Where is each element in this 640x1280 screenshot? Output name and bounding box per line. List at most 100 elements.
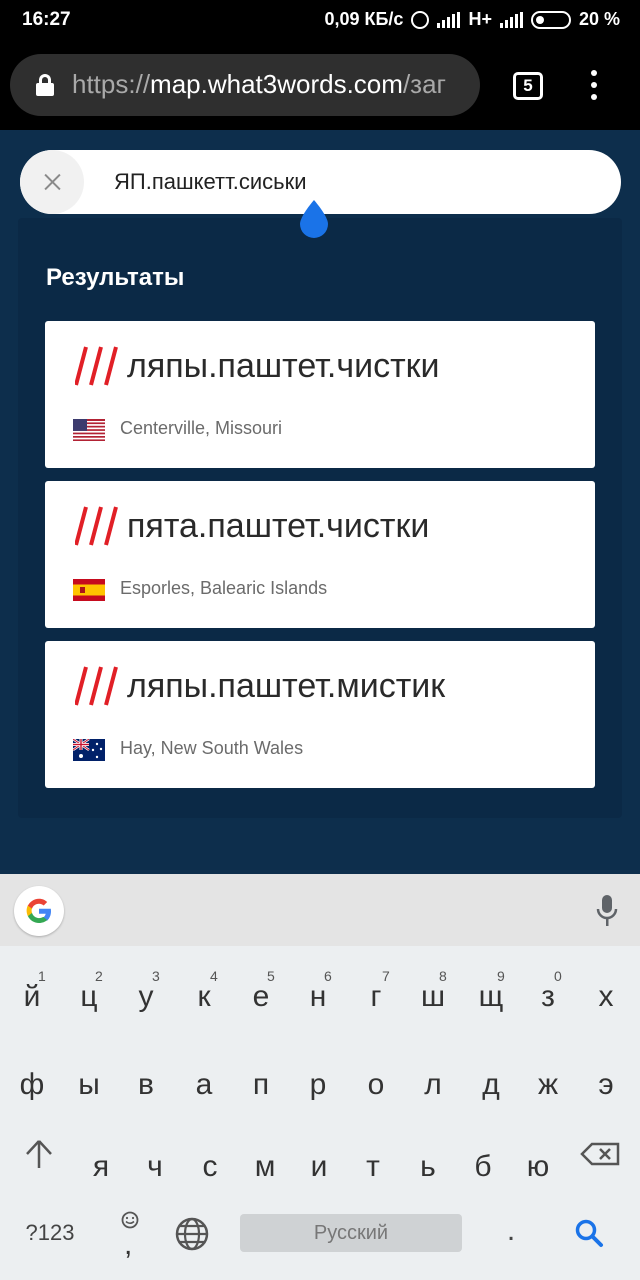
key-label: ю [526,1150,550,1183]
w3w-slashes-icon [75,346,118,386]
key-label: щ [478,980,504,1013]
key[interactable]: э [578,1050,634,1120]
key[interactable]: ж [520,1050,576,1120]
key[interactable]: к4 [176,962,232,1032]
key[interactable]: н6 [290,962,346,1032]
keyboard-suggestion-bar [0,874,640,946]
key-label: ж [537,1068,559,1101]
key[interactable]: щ9 [463,962,519,1032]
results-title: Результаты [46,264,185,291]
key[interactable]: ш8 [405,962,461,1032]
key[interactable]: р [290,1050,346,1120]
search-input[interactable]: ЯП.пашкетт.сиськи [114,169,306,195]
key-label: с [202,1150,218,1183]
address-bar[interactable]: https://map.what3words.com/заг [10,54,480,116]
battery-level: 20 % [578,9,620,29]
key[interactable]: г7 [348,962,404,1032]
key[interactable]: ю [510,1132,566,1202]
shift-key-icon[interactable] [24,1138,54,1170]
result-words: пята.паштет.чистки [127,507,430,545]
key-label: п [252,1068,270,1101]
key[interactable]: в [118,1050,174,1120]
key[interactable]: я [73,1132,129,1202]
space-key[interactable]: Русский [240,1214,462,1252]
key[interactable]: з0 [520,962,576,1032]
key[interactable]: е5 [233,962,289,1032]
key-label: ь [420,1150,436,1183]
w3w-slashes-icon [75,506,118,546]
symbols-key[interactable]: ?123 [20,1220,80,1246]
alarm-icon [411,10,430,29]
key[interactable]: у3 [118,962,174,1032]
key-number-hint: 0 [554,968,562,984]
key-label: й [23,980,41,1013]
key[interactable]: п [233,1050,289,1120]
key-label: ш [420,980,446,1013]
au-flag-icon [73,739,105,761]
result-words: ляпы.паштет.мистик [127,667,446,705]
key[interactable]: ц2 [61,962,117,1032]
globe-language-icon[interactable] [174,1216,210,1252]
key-number-hint: 1 [38,968,46,984]
network-type: H+ [468,9,492,29]
key-label: м [254,1150,276,1183]
result-location: Centerville, Missouri [120,418,283,438]
backspace-key-icon[interactable] [580,1142,620,1166]
key-label: в [138,1068,154,1101]
key[interactable]: б [455,1132,511,1202]
tab-switcher-button[interactable]: 5 [513,72,543,100]
key[interactable]: с [182,1132,238,1202]
key[interactable]: д [463,1050,519,1120]
key-label: а [195,1068,213,1101]
more-menu-icon[interactable] [588,70,600,100]
key-label: е [252,980,270,1013]
us-flag-icon [73,419,105,441]
key[interactable]: а [176,1050,232,1120]
key[interactable]: ф [4,1050,60,1120]
url-text[interactable]: https://map.what3words.com/заг [72,69,446,100]
key[interactable]: ч [127,1132,183,1202]
key-label: ц [80,980,98,1013]
microphone-icon[interactable] [596,894,618,928]
key-label: я [92,1150,110,1183]
emoji-icon [121,1211,139,1229]
status-indicators: 0,09 КБ/с H+ 20 % [324,9,620,30]
status-bar: 16:27 0,09 КБ/с H+ 20 % [0,0,640,40]
key-label: р [309,1068,327,1101]
key[interactable]: й1 [4,962,60,1032]
clear-search-button[interactable] [20,150,84,214]
w3w-slashes-icon [75,666,118,706]
signal-icon [437,11,461,28]
result-card[interactable]: ляпы.паштет.мистик Hay, New South Wales [45,641,595,788]
emoji-comma-key[interactable]: , [118,1210,142,1261]
key-number-hint: 6 [324,968,332,984]
key-label: ы [78,1068,100,1101]
result-card[interactable]: пята.паштет.чистки Esporles, Balearic Is… [45,481,595,628]
key[interactable]: т [345,1132,401,1202]
period-key[interactable]: . [496,1214,526,1248]
key[interactable]: ы [61,1050,117,1120]
key[interactable]: о [348,1050,404,1120]
es-flag-icon [73,579,105,601]
lock-icon[interactable] [36,74,54,96]
result-words: ляпы.паштет.чистки [127,347,440,385]
key-label: э [598,1068,614,1101]
result-location: Esporles, Balearic Islands [120,578,328,598]
key-number-hint: 5 [267,968,275,984]
result-location: Hay, New South Wales [120,738,304,758]
keyboard: й1ц2у3к4е5н6г7ш8щ9з0х фывапролджэ ячсмит… [0,874,640,1280]
key-label: л [424,1068,442,1101]
key-number-hint: 4 [210,968,218,984]
browser-toolbar: https://map.what3words.com/заг 5 [0,40,640,130]
battery-icon [530,10,571,29]
key[interactable]: м [237,1132,293,1202]
key[interactable]: ь [400,1132,456,1202]
result-card[interactable]: ляпы.паштет.чистки Centerville, Missouri [45,321,595,468]
google-logo-icon[interactable] [14,886,64,936]
location-drop-icon [300,200,328,238]
key-number-hint: 2 [95,968,103,984]
key[interactable]: л [405,1050,461,1120]
key[interactable]: х [578,962,634,1032]
key[interactable]: и [291,1132,347,1202]
search-key-icon[interactable] [574,1218,604,1248]
